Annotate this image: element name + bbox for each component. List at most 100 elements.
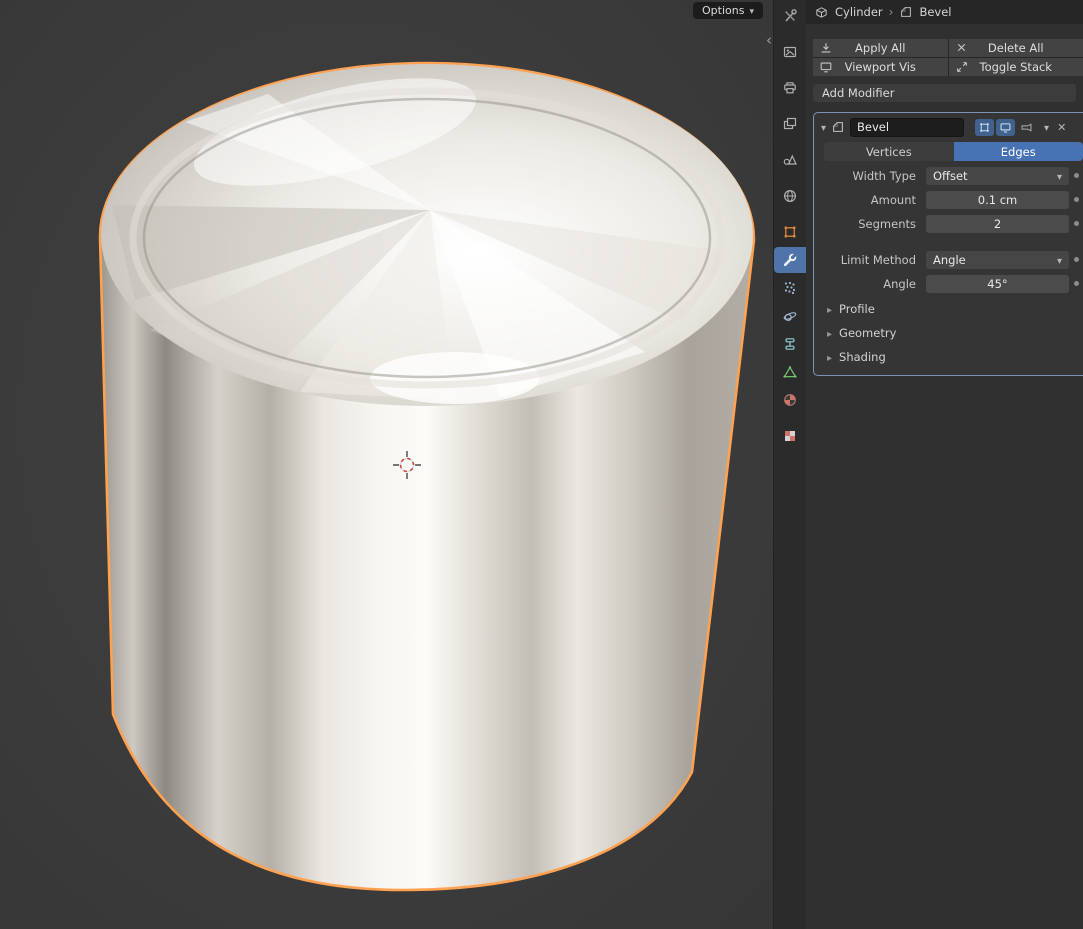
segments-label: Segments [814, 217, 926, 231]
section-geometry[interactable]: Geometry [814, 321, 1083, 345]
width-type-dropdown[interactable]: Offset [926, 167, 1069, 185]
section-profile[interactable]: Profile [814, 297, 1083, 321]
tab-view-layer[interactable] [774, 111, 806, 137]
profile-section-label: Profile [839, 302, 875, 316]
physics-icon [782, 308, 798, 324]
view-layer-icon [782, 116, 798, 132]
field-row-limit-method: Limit Method Angle [814, 249, 1083, 270]
angle-value: 45° [987, 277, 1007, 291]
modifier-header [814, 113, 1083, 141]
tab-render[interactable] [774, 39, 806, 65]
tab-output[interactable] [774, 75, 806, 101]
apply-all-button[interactable]: Apply All [813, 39, 948, 57]
modifier-actions: Apply All Delete All Viewport Vis Toggle… [813, 39, 1083, 76]
geometry-section-label: Geometry [839, 326, 896, 340]
render-display-toggle[interactable] [1017, 119, 1036, 136]
edges-label: Edges [1001, 145, 1036, 159]
amount-slider[interactable]: 0.1 cm [926, 191, 1069, 209]
limit-method-value: Angle [933, 253, 966, 267]
breadcrumb-separator-icon: › [889, 5, 894, 19]
field-row-amount: Amount 0.1 cm [814, 189, 1083, 210]
object-data-icon [782, 364, 798, 380]
angle-label: Angle [814, 277, 926, 291]
add-modifier-label: Add Modifier [822, 86, 894, 100]
viewport-options-button[interactable]: Options [693, 2, 763, 19]
delete-all-label: Delete All [988, 41, 1044, 55]
tab-world[interactable] [774, 183, 806, 209]
limit-method-dropdown[interactable]: Angle [926, 251, 1069, 269]
width-type-value: Offset [933, 169, 968, 183]
tab-scene[interactable] [774, 147, 806, 173]
shading-section-label: Shading [839, 350, 886, 364]
tab-constraints[interactable] [774, 331, 806, 357]
delete-all-button[interactable]: Delete All [949, 39, 1083, 57]
tab-vertices[interactable]: Vertices [824, 142, 954, 161]
amount-value: 0.1 cm [978, 193, 1017, 207]
constraints-icon [782, 336, 798, 352]
field-row-angle: Angle 45° [814, 273, 1083, 294]
bevel-modifier-panel: Vertices Edges Width Type Offset Amount … [813, 112, 1083, 376]
realtime-display-toggle[interactable] [996, 119, 1015, 136]
panel-expand-icon[interactable] [821, 120, 826, 134]
close-icon [955, 41, 968, 54]
chevron-down-icon [1057, 253, 1062, 267]
animate-dot[interactable] [1074, 281, 1079, 286]
tab-object[interactable] [774, 219, 806, 245]
segments-slider[interactable]: 2 [926, 215, 1069, 233]
properties-tab-column [773, 0, 806, 929]
chevron-right-icon [827, 350, 832, 364]
tab-material[interactable] [774, 387, 806, 413]
tool-icon [782, 8, 798, 24]
animate-dot[interactable] [1074, 173, 1079, 178]
toggle-stack-label: Toggle Stack [980, 60, 1052, 74]
options-label: Options [702, 4, 744, 17]
3d-viewport[interactable]: Options [0, 0, 773, 929]
animate-dot[interactable] [1074, 257, 1079, 262]
breadcrumb-object-name[interactable]: Cylinder [835, 5, 883, 19]
add-modifier-button[interactable]: Add Modifier [813, 84, 1076, 102]
chevron-right-icon [827, 302, 832, 316]
camera-icon [1020, 121, 1033, 134]
bevel-affect-tabs: Vertices Edges [824, 142, 1083, 161]
tab-physics[interactable] [774, 303, 806, 329]
object-icon [782, 224, 798, 240]
viewport-vis-button[interactable]: Viewport Vis [813, 58, 948, 76]
angle-slider[interactable]: 45° [926, 275, 1069, 293]
vertices-label: Vertices [866, 145, 912, 159]
texture-icon [782, 428, 798, 444]
animate-dot[interactable] [1074, 197, 1079, 202]
tab-modifiers[interactable] [774, 247, 806, 273]
chevron-down-icon [1057, 169, 1062, 183]
animate-dot[interactable] [1074, 221, 1079, 226]
modifier-extras-menu[interactable] [1044, 120, 1049, 134]
section-shading[interactable]: Shading [814, 345, 1083, 369]
sidebar-collapse-arrow[interactable] [766, 33, 772, 47]
chevron-down-icon [749, 4, 754, 17]
tab-texture[interactable] [774, 423, 806, 449]
monitor-icon [999, 121, 1012, 134]
tab-tool[interactable] [774, 3, 806, 29]
tab-object-data[interactable] [774, 359, 806, 385]
display-toggles [975, 119, 1036, 136]
render-icon [782, 44, 798, 60]
output-icon [782, 80, 798, 96]
tab-particles[interactable] [774, 275, 806, 301]
field-row-segments: Segments 2 [814, 213, 1083, 234]
viewport-scene [0, 0, 773, 929]
material-icon [782, 392, 798, 408]
blender-window: Options Cylinder › Bevel [0, 0, 1083, 929]
cylinder-object [100, 56, 754, 890]
amount-label: Amount [814, 193, 926, 207]
world-icon [782, 188, 798, 204]
remove-modifier-button[interactable] [1057, 120, 1066, 134]
toggle-stack-button[interactable]: Toggle Stack [949, 58, 1083, 76]
modifier-name-input[interactable] [850, 118, 964, 137]
tab-edges[interactable]: Edges [954, 142, 1083, 161]
breadcrumb-modifier-name[interactable]: Bevel [919, 5, 951, 19]
edit-mode-toggle[interactable] [975, 119, 994, 136]
wrench-icon [782, 252, 798, 268]
width-type-label: Width Type [814, 169, 926, 183]
field-row-width-type: Width Type Offset [814, 165, 1083, 186]
expand-arrows-icon [955, 60, 969, 74]
monitor-icon [819, 60, 833, 74]
